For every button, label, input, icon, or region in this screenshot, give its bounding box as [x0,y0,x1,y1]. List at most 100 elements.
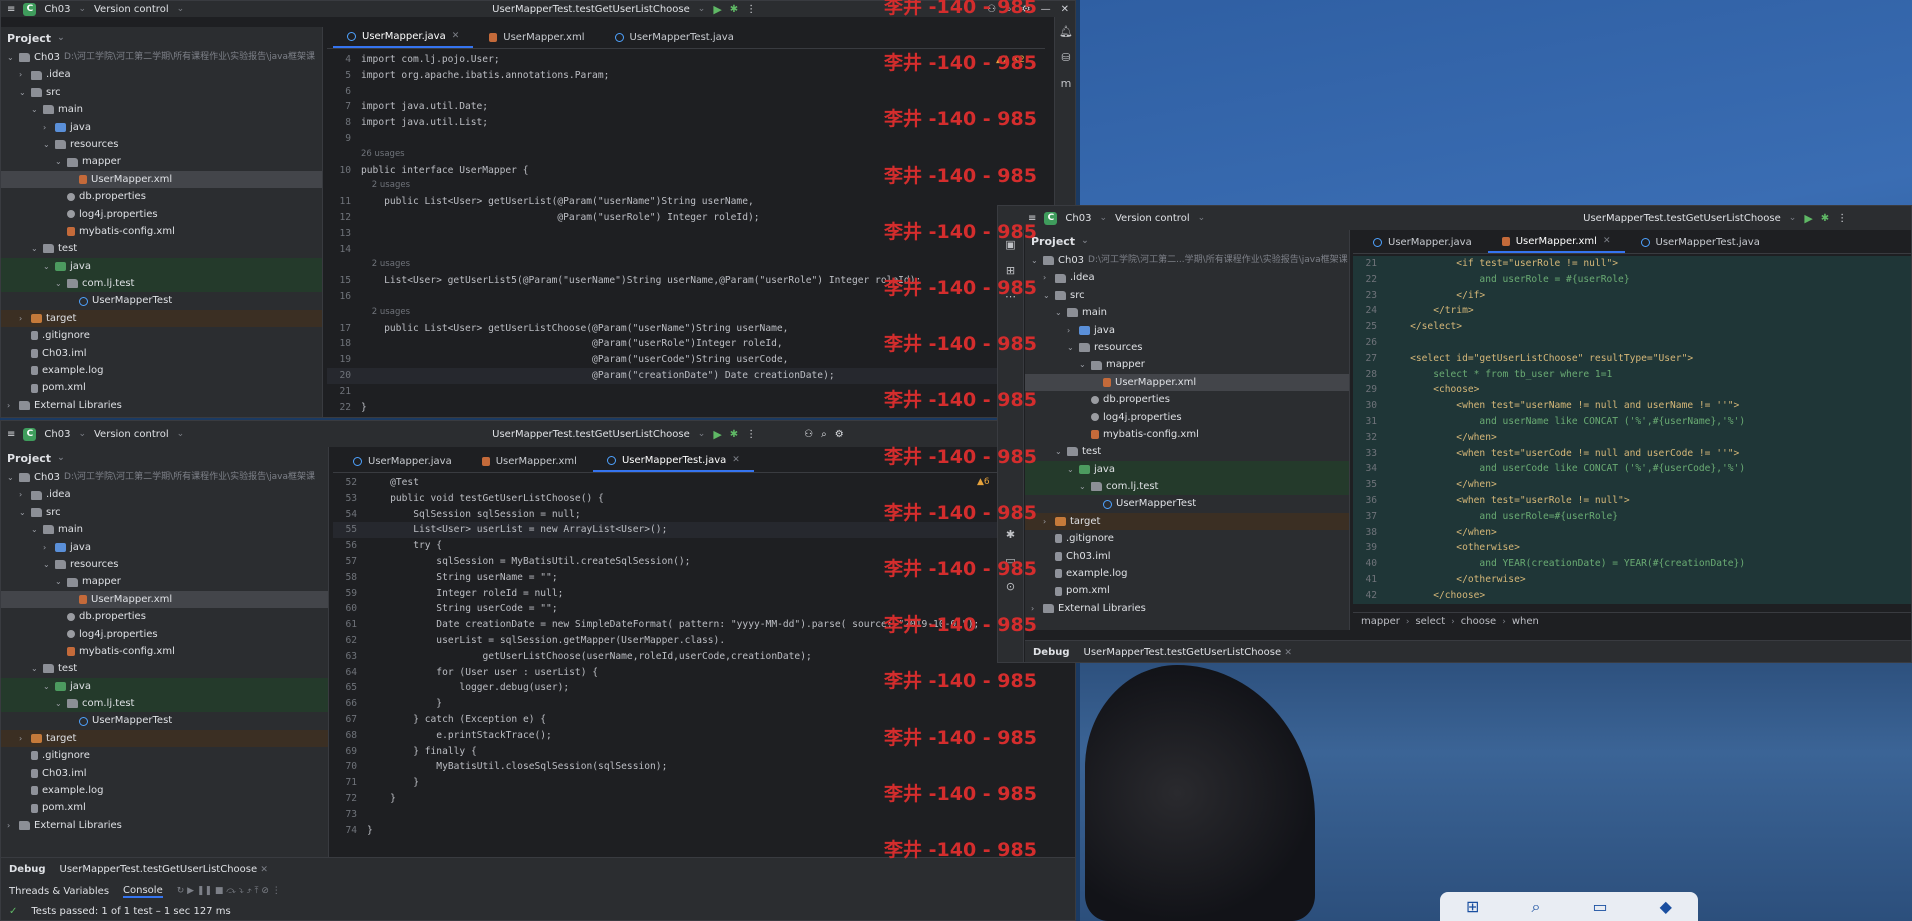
tree-item[interactable]: ⌄ test [1025,443,1349,460]
tree-item[interactable]: db.properties [1,188,322,205]
tree-item[interactable]: .gitignore [1,747,328,764]
code-line[interactable]: 18 @Param("userRole")Integer roleId, [327,336,1027,352]
structure-tool-icon[interactable]: ⊞ [1002,264,1020,282]
run-icon[interactable]: ▶ [713,3,721,16]
code-line[interactable]: 11 public List<User> getUserList(@Param(… [327,194,1027,210]
code-line[interactable]: 41 </otherwise> [1353,571,1911,588]
editor-tab[interactable]: UserMapper.java [339,450,466,472]
code-line[interactable]: 39 <otherwise> [1353,540,1911,557]
code-line[interactable]: 53 public void testGetUserListChoose() { [333,491,1023,507]
code-line[interactable]: 52 @Test [333,475,1023,491]
inspection-widget[interactable]: ▲2 ✕2 [996,55,1025,65]
tree-item[interactable]: example.log [1,362,322,379]
code-line[interactable]: 15 List<User> getUserList5(@Param("userN… [327,273,1027,289]
more-icon[interactable]: ⋮ [1837,213,1847,224]
console-tab[interactable]: Console [123,885,163,898]
tree-chevron-icon[interactable]: ⌄ [7,49,15,66]
tree-chevron-icon[interactable]: › [19,310,27,327]
tree-item[interactable]: › .idea [1025,269,1349,286]
project-tool-icon[interactable]: ▣ [1002,238,1020,256]
code-line[interactable]: 69 } finally { [333,744,1023,760]
tree-item[interactable]: › java [1,119,322,136]
tree-item[interactable]: UserMapper.xml [1,590,328,609]
tree-chevron-icon[interactable]: › [43,119,51,136]
code-line[interactable]: 33 <when test="userCode != null and user… [1353,445,1911,462]
editor-tab[interactable]: UserMapperTest.java [601,26,748,48]
code-editor[interactable]: 52 @Test 53 public void testGetUserListCh… [333,475,1023,867]
code-line[interactable]: 2 usages [327,178,1027,194]
tree-item[interactable]: › target [1,729,328,748]
breadcrumb-item[interactable]: when [1512,616,1539,627]
code-line[interactable]: 66 } [333,696,1023,712]
project-panel-title[interactable]: Project ⌄ [1,27,322,49]
tree-item[interactable]: UserMapperTest [1,292,322,309]
code-line[interactable]: 27 <select id="getUserListChoose" result… [1353,350,1911,367]
tree-item[interactable]: Ch03.iml [1025,548,1349,565]
breadcrumb-item[interactable]: mapper [1361,616,1400,627]
tree-item[interactable]: pom.xml [1,379,322,396]
run-icon[interactable]: ▶ [1804,212,1812,225]
tree-chevron-icon[interactable]: ⌄ [55,573,63,590]
code-line[interactable]: 22} [327,400,1027,416]
code-line[interactable]: 34 and userCode like CONCAT ('%',#{userC… [1353,461,1911,478]
tab-close-icon[interactable]: ✕ [732,455,740,465]
tree-chevron-icon[interactable]: ⌄ [31,660,39,677]
tab-close-icon[interactable]: ✕ [1603,236,1611,246]
tree-item[interactable]: › java [1,539,328,556]
tree-chevron-icon[interactable]: ⌄ [1067,339,1075,356]
tree-item[interactable]: ⌄ test [1,660,328,677]
code-line[interactable]: 19 @Param("userCode")String userCode, [327,352,1027,368]
code-line[interactable]: 21 [327,384,1027,400]
code-line[interactable]: 70 MyBatisUtil.closeSqlSession(sqlSessio… [333,759,1023,775]
editor-tab[interactable]: UserMapper.java ✕ [333,26,474,48]
editor-tab[interactable]: UserMapperTest.java ✕ [592,450,754,472]
vcs-selector[interactable]: Version control [1115,213,1190,224]
main-menu-icon[interactable]: ≡ [1028,213,1036,224]
tree-item[interactable]: example.log [1025,565,1349,582]
code-line[interactable]: 37 and userRole=#{userRole} [1353,508,1911,525]
debug-tool-icon[interactable]: ✱ [1002,528,1020,546]
tree-item[interactable]: ⌄ mapper [1,153,322,170]
tree-item[interactable]: log4j.properties [1,206,322,223]
maven-icon[interactable]: m [1057,77,1075,95]
code-line[interactable]: 38 </when> [1353,524,1911,541]
code-line[interactable]: 16 [327,289,1027,305]
tab-close-icon[interactable]: ✕ [452,31,460,41]
vcs-selector[interactable]: Version control [94,4,169,15]
tree-item[interactable]: ⌄ mapper [1025,356,1349,373]
tree-item[interactable]: ⌄ test [1,240,322,257]
tree-chevron-icon[interactable]: ⌄ [55,153,63,170]
code-line[interactable]: 42 </choose> [1353,587,1911,604]
settings-icon[interactable]: ⚙ [835,429,844,440]
services-tool-icon[interactable]: ⊙ [1002,580,1020,598]
debug-icon[interactable]: ✱ [730,429,738,440]
code-line[interactable]: 13 [327,226,1027,242]
add-user-icon[interactable]: ⚇ [804,429,813,440]
tree-chevron-icon[interactable]: ⌄ [1079,478,1087,495]
code-line[interactable]: 61 Date creationDate = new SimpleDateFor… [333,617,1023,633]
debug-toolbar-icons[interactable]: ↻ ▶ ❚❚ ■ ⤼ ⤵ ⤴ ⤒ ⊘ ⋮ [177,886,281,896]
debug-icon[interactable]: ✱ [730,4,738,15]
tree-item[interactable]: db.properties [1,608,328,625]
code-line[interactable]: 4 import com.lj.pojo.User; [327,52,1027,68]
tree-item[interactable]: › .idea [1,486,328,503]
code-line[interactable]: 25 </select> [1353,319,1911,335]
tree-item[interactable]: ⌄ java [1025,460,1349,479]
tree-item[interactable]: › External Libraries [1,397,322,414]
debug-icon[interactable]: ✱ [1821,213,1829,224]
tree-item[interactable]: UserMapperTest [1,712,328,729]
tree-item[interactable]: .gitignore [1,327,322,344]
tree-item[interactable]: ⌄ main [1025,304,1349,321]
tree-chevron-icon[interactable]: ⌄ [7,469,15,486]
code-line[interactable]: 10 public interface UserMapper { [327,163,1027,179]
editor-tab[interactable]: UserMapper.xml ✕ [1487,231,1625,253]
code-editor[interactable]: 21 <if test="userRole != null"> 22 and us… [1353,256,1911,612]
tree-item[interactable]: ⌄ Ch03 D:\河工学院\河工第二学期\所有课程作业\实验报告\java框架课 [1,49,322,66]
tree-item[interactable]: ⌄ resources [1,136,322,153]
main-menu-icon[interactable]: ≡ [7,429,15,440]
code-line[interactable]: 62 userList = sqlSession.getMapper(UserM… [333,633,1023,649]
tree-chevron-icon[interactable]: ⌄ [1067,461,1075,478]
code-line[interactable]: 2 usages [327,257,1027,273]
plugins-tool-icon[interactable]: ⋯ [1002,290,1020,308]
windows-start-icon[interactable]: ⊞ [1466,897,1479,916]
